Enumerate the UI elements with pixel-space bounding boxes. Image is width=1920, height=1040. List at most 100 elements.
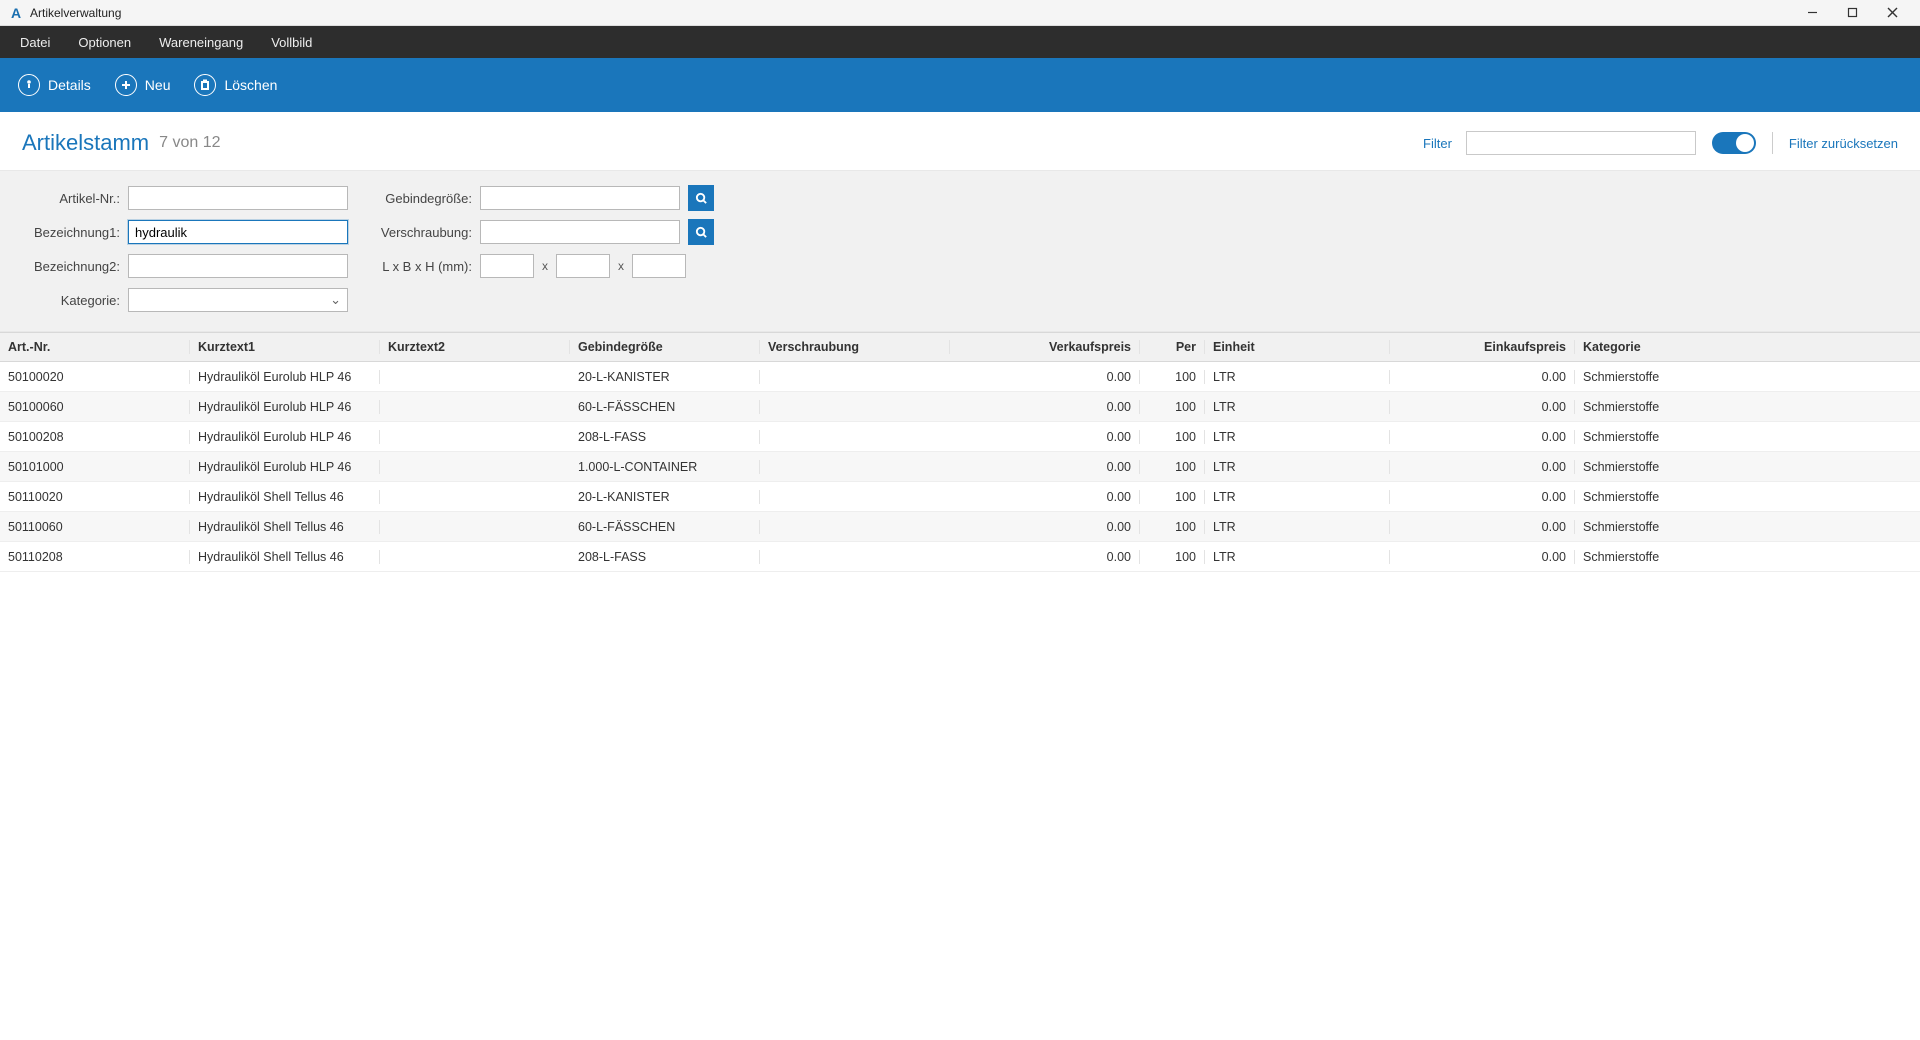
filter-reset-link[interactable]: Filter zurücksetzen <box>1789 136 1898 151</box>
cell-kat: Schmierstoffe <box>1575 430 1920 444</box>
bez1-label: Bezeichnung1: <box>20 225 120 240</box>
dim-b-input[interactable] <box>556 254 610 278</box>
table-row[interactable]: 50110020Hydrauliköl Shell Tellus 46 20-L-… <box>0 482 1920 512</box>
loeschen-label: Löschen <box>224 77 277 93</box>
bez2-label: Bezeichnung2: <box>20 259 120 274</box>
dim-label: L x B x H (mm): <box>372 259 472 274</box>
window-titlebar: A Artikelverwaltung <box>0 0 1920 26</box>
cell-vk: 0.00 <box>950 430 1140 444</box>
cell-gebinde: 60-L-FÄSSCHEN <box>570 520 760 534</box>
cell-vk: 0.00 <box>950 490 1140 504</box>
cell-kurz1: Hydrauliköl Eurolub HLP 46 <box>190 400 380 414</box>
dim-h-input[interactable] <box>632 254 686 278</box>
dim-l-input[interactable] <box>480 254 534 278</box>
article-table: Art.-Nr. Kurztext1 Kurztext2 Gebindegröß… <box>0 332 1920 572</box>
cell-einh: LTR <box>1205 460 1390 474</box>
cell-kurz1: Hydrauliköl Shell Tellus 46 <box>190 490 380 504</box>
col-versch[interactable]: Verschraubung <box>760 340 950 354</box>
col-vk[interactable]: Verkaufspreis <box>950 340 1140 354</box>
neu-button[interactable]: Neu <box>115 74 171 96</box>
table-body: 50100020Hydrauliköl Eurolub HLP 4620-L-K… <box>0 362 1920 572</box>
kat-select[interactable]: ⌄ <box>128 288 348 312</box>
app-icon: A <box>8 5 24 21</box>
cell-kat: Schmierstoffe <box>1575 490 1920 504</box>
table-row[interactable]: 50110060Hydrauliköl Shell Tellus 4660-L-… <box>0 512 1920 542</box>
dim-x2: x <box>618 259 624 273</box>
page-count: 7 von 12 <box>159 134 220 152</box>
cell-per: 100 <box>1140 460 1205 474</box>
gebinde-lookup-button[interactable] <box>688 185 714 211</box>
cell-gebinde: 60-L-FÄSSCHEN <box>570 400 760 414</box>
table-row[interactable]: 50101000Hydrauliköl Eurolub HLP 46 1.000-… <box>0 452 1920 482</box>
col-kurz1[interactable]: Kurztext1 <box>190 340 380 354</box>
separator <box>1772 132 1773 154</box>
cell-kat: Schmierstoffe <box>1575 550 1920 564</box>
cell-vk: 0.00 <box>950 370 1140 384</box>
col-einh[interactable]: Einheit <box>1205 340 1390 354</box>
cell-einh: LTR <box>1205 550 1390 564</box>
table-row[interactable]: 50100208Hydrauliköl Eurolub HLP 46208-L-… <box>0 422 1920 452</box>
cell-artnr: 50100060 <box>0 400 190 414</box>
neu-label: Neu <box>145 77 171 93</box>
cell-ek: 0.00 <box>1390 490 1575 504</box>
col-kurz2[interactable]: Kurztext2 <box>380 340 570 354</box>
menu-datei[interactable]: Datei <box>6 26 64 58</box>
info-icon <box>18 74 40 96</box>
col-kat[interactable]: Kategorie <box>1575 340 1920 354</box>
col-ek[interactable]: Einkaufspreis <box>1390 340 1575 354</box>
cell-kat: Schmierstoffe <box>1575 520 1920 534</box>
versch-lookup-button[interactable] <box>688 219 714 245</box>
cell-vk: 0.00 <box>950 550 1140 564</box>
table-row[interactable]: 50100060Hydrauliköl Eurolub HLP 46 60-L-F… <box>0 392 1920 422</box>
loeschen-button[interactable]: Löschen <box>194 74 277 96</box>
cell-vk: 0.00 <box>950 400 1140 414</box>
table-row[interactable]: 50110208Hydrauliköl Shell Tellus 46208-L… <box>0 542 1920 572</box>
page-header: Artikelstamm 7 von 12 Filter Filter zurü… <box>0 112 1920 170</box>
chevron-down-icon: ⌄ <box>330 292 341 308</box>
cell-artnr: 50110020 <box>0 490 190 504</box>
versch-label: Verschraubung: <box>372 225 472 240</box>
cell-per: 100 <box>1140 490 1205 504</box>
cell-kat: Schmierstoffe <box>1575 370 1920 384</box>
filter-toggle[interactable] <box>1712 132 1756 154</box>
cell-kurz1: Hydrauliköl Eurolub HLP 46 <box>190 460 380 474</box>
maximize-button[interactable] <box>1832 0 1872 26</box>
table-header: Art.-Nr. Kurztext1 Kurztext2 Gebindegröß… <box>0 332 1920 362</box>
filter-input[interactable] <box>1466 131 1696 155</box>
versch-input[interactable] <box>480 220 680 244</box>
filter-label: Filter <box>1423 136 1452 151</box>
cell-gebinde: 20-L-KANISTER <box>570 370 760 384</box>
cell-per: 100 <box>1140 520 1205 534</box>
details-label: Details <box>48 77 91 93</box>
col-gebinde[interactable]: Gebindegröße <box>570 340 760 354</box>
cell-einh: LTR <box>1205 400 1390 414</box>
cell-ek: 0.00 <box>1390 550 1575 564</box>
dim-x1: x <box>542 259 548 273</box>
col-per[interactable]: Per <box>1140 340 1205 354</box>
cell-per: 100 <box>1140 550 1205 564</box>
cell-ek: 0.00 <box>1390 370 1575 384</box>
cell-gebinde: 1.000-L-CONTAINER <box>570 460 760 474</box>
cell-artnr: 50101000 <box>0 460 190 474</box>
table-row[interactable]: 50100020Hydrauliköl Eurolub HLP 4620-L-K… <box>0 362 1920 392</box>
close-button[interactable] <box>1872 0 1912 26</box>
cell-kurz1: Hydrauliköl Eurolub HLP 46 <box>190 430 380 444</box>
menu-optionen[interactable]: Optionen <box>64 26 145 58</box>
cell-kat: Schmierstoffe <box>1575 460 1920 474</box>
bez1-input[interactable] <box>128 220 348 244</box>
menu-wareneingang[interactable]: Wareneingang <box>145 26 257 58</box>
bez2-input[interactable] <box>128 254 348 278</box>
cell-gebinde: 208-L-FASS <box>570 550 760 564</box>
cell-kurz1: Hydrauliköl Shell Tellus 46 <box>190 520 380 534</box>
gebinde-input[interactable] <box>480 186 680 210</box>
search-form: Artikel-Nr.: Bezeichnung1: Bezeichnung2:… <box>0 170 1920 332</box>
menu-vollbild[interactable]: Vollbild <box>257 26 326 58</box>
cell-artnr: 50110208 <box>0 550 190 564</box>
cell-gebinde: 20-L-KANISTER <box>570 490 760 504</box>
col-artnr[interactable]: Art.-Nr. <box>0 340 190 354</box>
menubar: Datei Optionen Wareneingang Vollbild <box>0 26 1920 58</box>
minimize-button[interactable] <box>1792 0 1832 26</box>
details-button[interactable]: Details <box>18 74 91 96</box>
cell-kat: Schmierstoffe <box>1575 400 1920 414</box>
artnr-input[interactable] <box>128 186 348 210</box>
